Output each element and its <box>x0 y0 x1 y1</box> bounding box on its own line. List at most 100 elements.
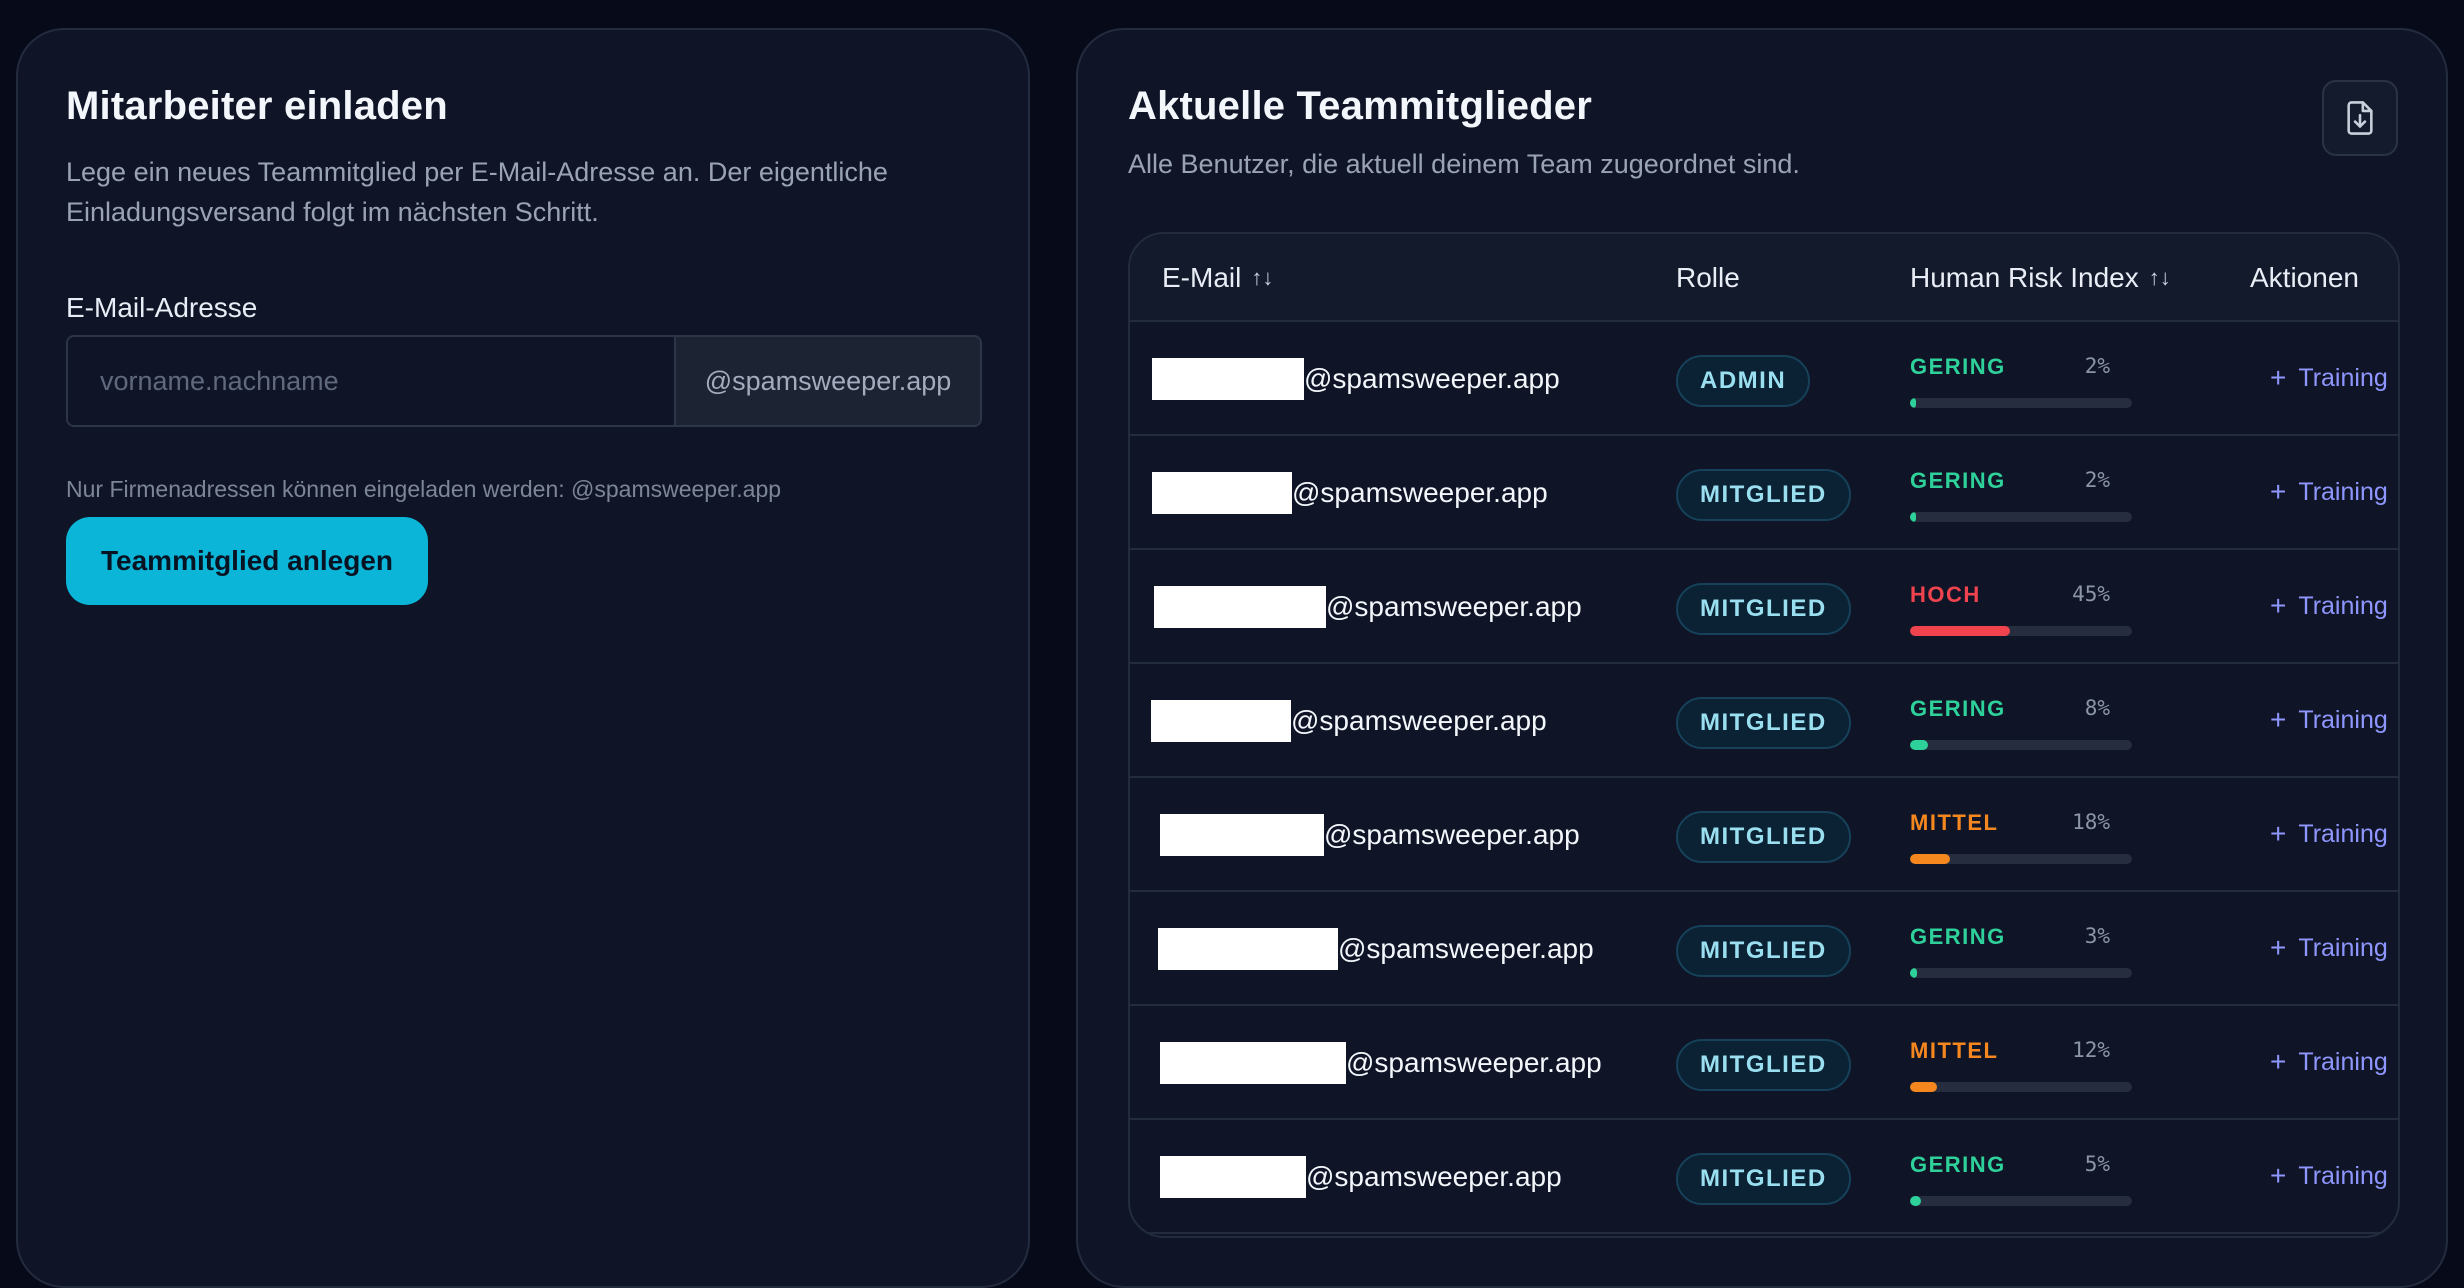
risk-level: MITTEL <box>1910 810 1999 835</box>
table-row: @spamsweeper.app MITGLIED GERING 5% + Trainin… <box>1130 1120 2398 1234</box>
member-email: @spamsweeper.app <box>1160 1120 1562 1234</box>
redacted-username <box>1160 1042 1346 1084</box>
member-email: @spamsweeper.app <box>1160 1006 1602 1120</box>
risk-percent: 8% <box>2084 696 2110 720</box>
member-email: @spamsweeper.app <box>1152 322 1560 436</box>
sort-icon: ↑↓ <box>2148 265 2171 290</box>
sort-icon: ↑↓ <box>1251 265 1274 290</box>
training-label: Training <box>2298 1047 2388 1076</box>
risk-bar-fill <box>1910 1082 1937 1092</box>
risk-bar-fill <box>1910 626 2010 636</box>
risk-percent: 18% <box>2072 810 2110 834</box>
create-member-button[interactable]: Teammitglied anlegen <box>66 517 428 605</box>
plus-icon: + <box>2270 704 2287 735</box>
risk-bar <box>1910 398 2132 408</box>
team-table: E-Mail ↑↓ Rolle Human Risk Index ↑↓ Akti… <box>1128 232 2400 1238</box>
role-badge: MITGLIED <box>1676 1153 1851 1205</box>
add-training-button[interactable]: + Training <box>2270 584 2388 628</box>
table-row: @spamsweeper.app ADMIN GERING 2% + Training <box>1130 322 2398 436</box>
risk-bar <box>1910 626 2132 636</box>
risk-bar-fill <box>1910 740 1928 750</box>
add-training-button[interactable]: + Training <box>2270 1040 2388 1084</box>
email-domain: @spamsweeper.app <box>1338 933 1594 964</box>
plus-icon: + <box>2270 1046 2287 1077</box>
table-row: @spamsweeper.app MITGLIED MITTEL 12% + Traini… <box>1130 1006 2398 1120</box>
invite-panel: Mitarbeiter einladen Lege ein neues Team… <box>16 28 1030 1288</box>
training-label: Training <box>2298 1161 2388 1190</box>
member-email: @spamsweeper.app <box>1151 664 1547 778</box>
training-label: Training <box>2298 477 2388 506</box>
table-row: @spamsweeper.app MITGLIED MITTEL 18% + Traini… <box>1130 778 2398 892</box>
role-badge: MITGLIED <box>1676 925 1851 977</box>
risk-level: MITTEL <box>1910 1038 1999 1063</box>
email-input-group: @spamsweeper.app <box>66 335 982 427</box>
role-badge: MITGLIED <box>1676 811 1851 863</box>
role-badge: MITGLIED <box>1676 697 1851 749</box>
column-actions: Aktionen <box>2250 234 2359 322</box>
plus-icon: + <box>2270 476 2287 507</box>
email-domain: @spamsweeper.app <box>1304 363 1560 394</box>
risk-bar-fill <box>1910 398 1916 408</box>
redacted-username <box>1152 472 1292 514</box>
risk-bar <box>1910 1082 2132 1092</box>
redacted-username <box>1152 358 1304 400</box>
training-label: Training <box>2298 591 2388 620</box>
team-description: Alle Benutzer, die aktuell deinem Team z… <box>1128 149 1800 179</box>
redacted-username <box>1151 700 1291 742</box>
email-label: E-Mail-Adresse <box>66 292 258 323</box>
add-training-button[interactable]: + Training <box>2270 812 2388 856</box>
risk-level: GERING <box>1910 924 2006 949</box>
table-body: @spamsweeper.app ADMIN GERING 2% + Training @s… <box>1130 322 2398 1234</box>
column-risk[interactable]: Human Risk Index ↑↓ <box>1910 234 2171 322</box>
plus-icon: + <box>2270 818 2287 849</box>
table-row: @spamsweeper.app MITGLIED GERING 2% + Trainin… <box>1130 436 2398 550</box>
member-email: @spamsweeper.app <box>1158 892 1594 1006</box>
risk-bar <box>1910 854 2132 864</box>
risk-level: HOCH <box>1910 582 1981 607</box>
email-domain-suffix: @spamsweeper.app <box>674 337 980 425</box>
invite-title: Mitarbeiter einladen <box>66 84 448 128</box>
email-local-part-input[interactable] <box>68 337 674 425</box>
risk-percent: 3% <box>2084 924 2110 948</box>
column-role: Rolle <box>1676 234 1740 322</box>
plus-icon: + <box>2270 590 2287 621</box>
add-training-button[interactable]: + Training <box>2270 926 2388 970</box>
column-email[interactable]: E-Mail ↑↓ <box>1162 234 1273 322</box>
risk-percent: 12% <box>2072 1038 2110 1062</box>
role-badge: MITGLIED <box>1676 469 1851 521</box>
column-risk-label: Human Risk Index <box>1910 262 2139 293</box>
add-training-button[interactable]: + Training <box>2270 698 2388 742</box>
redacted-username <box>1160 814 1324 856</box>
table-row: @spamsweeper.app MITGLIED HOCH 45% + Training <box>1130 550 2398 664</box>
risk-percent: 2% <box>2084 468 2110 492</box>
risk-percent: 2% <box>2084 354 2110 378</box>
add-training-button[interactable]: + Training <box>2270 356 2388 400</box>
table-header: E-Mail ↑↓ Rolle Human Risk Index ↑↓ Akti… <box>1130 234 2398 322</box>
email-domain: @spamsweeper.app <box>1346 1047 1602 1078</box>
risk-bar <box>1910 740 2132 750</box>
member-email: @spamsweeper.app <box>1154 550 1582 664</box>
risk-level: GERING <box>1910 696 2006 721</box>
email-domain: @spamsweeper.app <box>1326 591 1582 622</box>
risk-bar-fill <box>1910 854 1950 864</box>
risk-level: GERING <box>1910 354 2006 379</box>
team-title: Aktuelle Teammitglieder <box>1128 84 1592 128</box>
risk-level: GERING <box>1910 468 2006 493</box>
export-button[interactable] <box>2322 80 2398 156</box>
plus-icon: + <box>2270 1160 2287 1191</box>
member-email: @spamsweeper.app <box>1152 436 1548 550</box>
risk-bar-fill <box>1910 1196 1922 1206</box>
risk-bar <box>1910 968 2132 978</box>
redacted-username <box>1158 928 1338 970</box>
risk-level: GERING <box>1910 1152 2006 1177</box>
table-row: @spamsweeper.app MITGLIED GERING 8% + Trainin… <box>1130 664 2398 778</box>
role-badge: ADMIN <box>1676 355 1811 407</box>
email-domain: @spamsweeper.app <box>1292 477 1548 508</box>
plus-icon: + <box>2270 932 2287 963</box>
email-domain: @spamsweeper.app <box>1324 819 1580 850</box>
risk-bar-fill <box>1910 512 1916 522</box>
add-training-button[interactable]: + Training <box>2270 1154 2388 1198</box>
add-training-button[interactable]: + Training <box>2270 470 2388 514</box>
role-badge: MITGLIED <box>1676 1039 1851 1091</box>
training-label: Training <box>2298 933 2388 962</box>
